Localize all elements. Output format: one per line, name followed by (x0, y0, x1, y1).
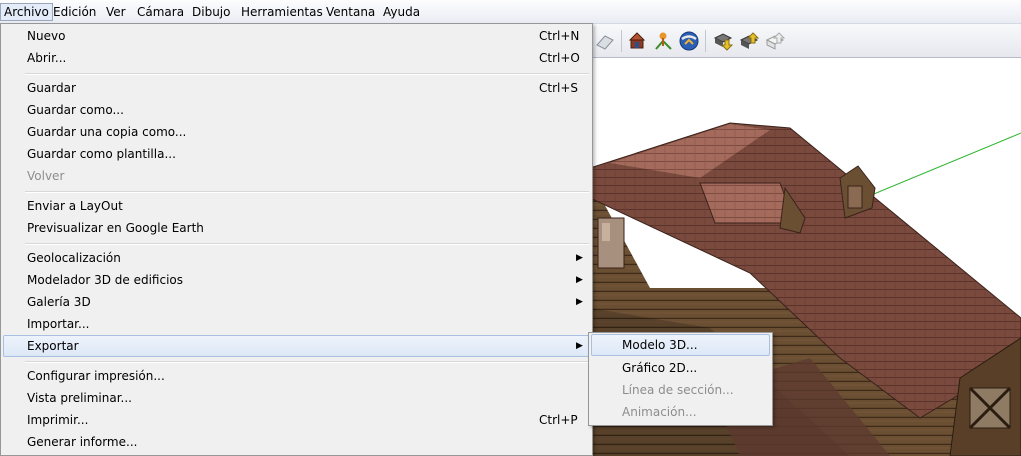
menu-item-label: Modelador 3D de edificios (27, 273, 184, 287)
share-component-icon[interactable] (762, 28, 788, 54)
submenu-item-grafico-2d[interactable]: Gráfico 2D... (591, 357, 770, 379)
window-shutter (597, 217, 625, 269)
menu-item-label: Generar informe... (27, 435, 138, 449)
submenu-arrow-icon: ▶ (576, 253, 583, 263)
menu-ver[interactable]: Ver (103, 3, 129, 21)
toolbar (590, 24, 1021, 58)
submenu-item-animacion[interactable]: Animación... (591, 401, 770, 423)
menu-bar: Archivo Edición Ver Cámara Dibujo Herram… (0, 0, 1021, 24)
get-models-icon[interactable] (710, 28, 736, 54)
share-model-icon[interactable] (736, 28, 762, 54)
submenu-arrow-icon: ▶ (576, 341, 583, 351)
menu-separator (25, 361, 589, 363)
menu-item-guardar-copia[interactable]: Guardar una copia como... (3, 121, 590, 143)
menu-item-shortcut: Ctrl+N (539, 29, 580, 43)
menu-item-label: Volver (27, 169, 65, 183)
menu-item-label: Guardar una copia como... (27, 125, 187, 139)
menu-item-enviar-layout[interactable]: Enviar a LayOut (3, 195, 590, 217)
menu-item-nuevo[interactable]: Nuevo Ctrl+N (3, 25, 590, 47)
toolbar-separator (705, 30, 706, 52)
menu-separator (25, 191, 589, 193)
menu-item-label: Importar... (27, 317, 90, 331)
menu-item-generar-informe[interactable]: Generar informe... (3, 431, 590, 453)
menu-item-guardar-como[interactable]: Guardar como... (3, 99, 590, 121)
submenu-item-label: Línea de sección... (622, 383, 734, 397)
submenu-item-modelo-3d[interactable]: Modelo 3D... (591, 334, 770, 356)
menu-item-label: Vista preliminar... (27, 391, 132, 405)
google-earth-icon[interactable] (676, 28, 702, 54)
menu-item-label: Abrir... (27, 51, 67, 65)
menu-item-modelador-3d[interactable]: Modelador 3D de edificios ▶ (3, 269, 590, 291)
menu-item-volver[interactable]: Volver (3, 165, 590, 187)
menu-item-geolocalizacion[interactable]: Geolocalización ▶ (3, 247, 590, 269)
submenu-item-label: Gráfico 2D... (622, 361, 698, 375)
menu-dibujo[interactable]: Dibujo (189, 3, 233, 21)
section-plane-icon[interactable] (592, 28, 618, 54)
exportar-submenu: Modelo 3D... Gráfico 2D... Línea de secc… (588, 332, 773, 426)
menu-ayuda[interactable]: Ayuda (380, 3, 423, 21)
menu-item-label: Geolocalización (27, 251, 121, 265)
menu-item-label: Nuevo (27, 29, 66, 43)
menu-camara[interactable]: Cámara (134, 3, 187, 21)
menu-item-importar[interactable]: Importar... (3, 313, 590, 335)
menu-item-shortcut: Ctrl+S (539, 81, 579, 95)
menu-separator (25, 243, 589, 245)
menu-item-galeria-3d[interactable]: Galería 3D ▶ (3, 291, 590, 313)
menu-item-label: Previsualizar en Google Earth (27, 221, 204, 235)
menu-item-exportar[interactable]: Exportar ▶ (3, 335, 590, 357)
menu-item-guardar-plantilla[interactable]: Guardar como plantilla... (3, 143, 590, 165)
menu-ventana[interactable]: Ventana (323, 3, 378, 21)
menu-item-label: Galería 3D (27, 295, 91, 309)
submenu-item-label: Animación... (622, 405, 697, 419)
archivo-menu: Nuevo Ctrl+N Abrir... Ctrl+O Guardar Ctr… (0, 23, 593, 456)
menu-item-label: Imprimir... (27, 413, 89, 427)
menu-item-label: Guardar (27, 81, 76, 95)
menu-item-label: Configurar impresión... (27, 369, 165, 383)
submenu-item-label: Modelo 3D... (622, 338, 698, 352)
menu-item-imprimir[interactable]: Imprimir... Ctrl+P (3, 409, 590, 431)
menu-item-label: Guardar como... (27, 103, 124, 117)
add-location-icon[interactable] (650, 28, 676, 54)
menu-item-shortcut: Ctrl+O (539, 51, 580, 65)
menu-item-shortcut: Ctrl+P (539, 413, 578, 427)
menu-item-configurar-impresion[interactable]: Configurar impresión... (3, 365, 590, 387)
submenu-item-linea-seccion[interactable]: Línea de sección... (591, 379, 770, 401)
menu-item-previsualizar-earth[interactable]: Previsualizar en Google Earth (3, 217, 590, 239)
warehouse-model-icon[interactable] (624, 28, 650, 54)
menu-item-label: Guardar como plantilla... (27, 147, 176, 161)
menu-item-vista-preliminar[interactable]: Vista preliminar... (3, 387, 590, 409)
submenu-arrow-icon: ▶ (576, 275, 583, 285)
menu-herramientas[interactable]: Herramientas (238, 3, 326, 21)
submenu-arrow-icon: ▶ (576, 297, 583, 307)
menu-item-label: Enviar a LayOut (27, 199, 123, 213)
menu-item-abrir[interactable]: Abrir... Ctrl+O (3, 47, 590, 69)
menu-separator (25, 73, 589, 75)
menu-archivo[interactable]: Archivo (0, 3, 53, 21)
menu-edicion[interactable]: Edición (50, 3, 99, 21)
menu-item-guardar[interactable]: Guardar Ctrl+S (3, 77, 590, 99)
toolbar-separator (621, 30, 622, 52)
menu-item-label: Exportar (27, 339, 79, 353)
